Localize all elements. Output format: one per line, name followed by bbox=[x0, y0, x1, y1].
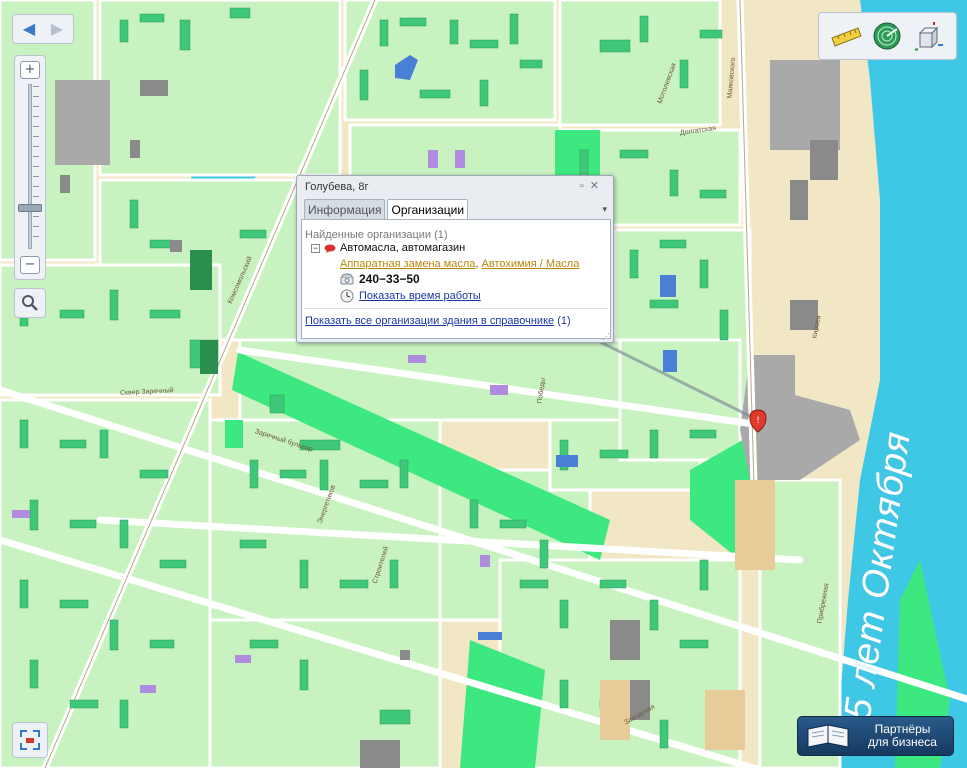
fullscreen-icon bbox=[20, 730, 40, 750]
zoom-in-button[interactable]: + bbox=[20, 61, 40, 79]
category-separator: , bbox=[475, 258, 479, 270]
found-organizations-label: Найденные организации (1) bbox=[305, 229, 448, 241]
organization-categories: Аппаратная замена масла, Автохимия / Мас… bbox=[340, 258, 579, 270]
book-icon bbox=[807, 724, 849, 748]
show-all-row: Показать все организации здания в справо… bbox=[305, 315, 571, 327]
zoom-control: + − bbox=[14, 55, 46, 280]
history-nav: ◀ ▶ bbox=[12, 14, 74, 44]
popup-body: Найденные организации (1) − Автомасла, а… bbox=[301, 219, 611, 339]
popup-controls: ▫✕ bbox=[580, 179, 605, 192]
radar-button[interactable] bbox=[870, 19, 904, 53]
resize-handle-icon[interactable]: ⋰ bbox=[602, 332, 610, 341]
3d-view-button[interactable] bbox=[912, 19, 946, 53]
clock-icon bbox=[340, 289, 354, 303]
tab-menu-icon[interactable]: ▾ bbox=[602, 204, 607, 215]
close-icon[interactable]: ✕ bbox=[590, 180, 605, 192]
fullscreen-button[interactable] bbox=[12, 722, 48, 758]
category-link[interactable]: Аппаратная замена масла bbox=[340, 258, 475, 270]
partners-label: Партнёры для бизнеса bbox=[858, 723, 947, 749]
arrow-right-icon[interactable]: ▶ bbox=[44, 18, 70, 40]
popup-title: Голубева, 8г bbox=[305, 181, 369, 193]
building-info-popup: Голубева, 8г ▫✕ Информация Организации ▾… bbox=[296, 175, 614, 343]
tab-information[interactable]: Информация bbox=[304, 199, 386, 219]
ruler-button[interactable] bbox=[829, 19, 863, 53]
partners-button[interactable]: Партнёры для бизнеса bbox=[797, 716, 954, 756]
zoom-out-button[interactable]: − bbox=[20, 256, 40, 274]
organization-name[interactable]: Автомасла, автомагазин bbox=[340, 242, 465, 254]
svg-text:!: ! bbox=[756, 416, 760, 426]
map-canvas[interactable]: ! 25 лет Октября Заречный бульвар Комсом… bbox=[0, 0, 967, 768]
phone-number: 240−33−50 bbox=[359, 272, 420, 286]
category-link[interactable]: Автохимия / Масла bbox=[482, 258, 580, 270]
organization-row: − Автомасла, автомагазин bbox=[311, 242, 465, 254]
minimize-icon[interactable]: ▫ bbox=[580, 180, 590, 192]
3d-cube-icon bbox=[914, 22, 944, 51]
map-layer[interactable]: ! bbox=[0, 0, 967, 768]
magnifier-icon bbox=[22, 295, 38, 311]
show-all-count: (1) bbox=[557, 315, 571, 327]
organization-hours: Показать время работы bbox=[340, 289, 481, 303]
tab-organizations[interactable]: Организации bbox=[387, 199, 469, 219]
show-all-organizations-link[interactable]: Показать все организации здания в справо… bbox=[305, 315, 554, 327]
collapse-toggle[interactable]: − bbox=[311, 243, 320, 253]
partners-line2: для бизнеса bbox=[868, 735, 937, 749]
arrow-left-icon[interactable]: ◀ bbox=[16, 18, 42, 40]
show-hours-link[interactable]: Показать время работы bbox=[359, 290, 481, 302]
popup-tabs: Информация Организации bbox=[304, 199, 469, 219]
map-tools-toolbar bbox=[818, 12, 957, 60]
speech-bubble-icon bbox=[324, 244, 336, 253]
magnifier-button[interactable] bbox=[14, 288, 46, 318]
radar-icon bbox=[873, 22, 901, 50]
ruler-icon bbox=[831, 27, 862, 47]
zoom-slider-handle[interactable] bbox=[18, 204, 42, 212]
phone-icon bbox=[340, 273, 354, 285]
zoom-ticks bbox=[21, 86, 39, 246]
divider bbox=[304, 308, 608, 309]
organization-phone: 240−33−50 bbox=[340, 272, 420, 286]
